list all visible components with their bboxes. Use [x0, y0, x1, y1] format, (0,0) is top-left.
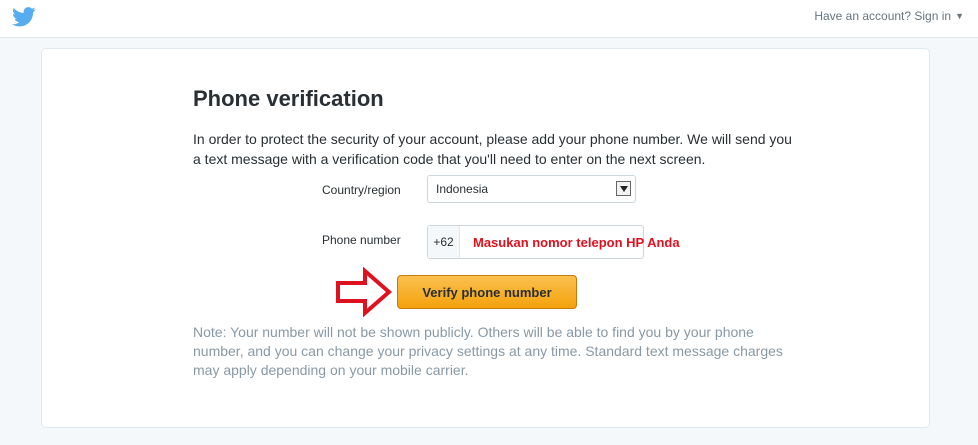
phone-label: Phone number — [322, 233, 401, 247]
red-outline-arrow-right-icon — [336, 267, 393, 317]
caret-down-icon[interactable]: ▼ — [955, 11, 964, 21]
signin-dropdown[interactable]: Have an account? Sign in ▼ — [814, 9, 964, 23]
verify-phone-button[interactable]: Verify phone number — [397, 275, 577, 309]
phone-prefix: +62 — [428, 226, 460, 258]
signin-text[interactable]: Have an account? Sign in — [814, 9, 951, 23]
twitter-bird-icon[interactable] — [12, 7, 36, 27]
country-select-value: Indonesia — [436, 182, 489, 196]
select-arrow-icon[interactable] — [616, 181, 631, 196]
page-title: Phone verification — [193, 86, 384, 111]
annotation-text: Masukan nomor telepon HP Anda — [473, 235, 680, 250]
top-bar: Have an account? Sign in ▼ — [0, 0, 978, 38]
intro-text: In order to protect the security of your… — [193, 131, 792, 167]
privacy-note: Note: Your number will not be shown publ… — [193, 324, 783, 378]
country-select[interactable]: Indonesia — [427, 175, 636, 203]
country-label: Country/region — [322, 183, 401, 197]
verification-card: Phone verification In order to protect t… — [41, 48, 930, 428]
